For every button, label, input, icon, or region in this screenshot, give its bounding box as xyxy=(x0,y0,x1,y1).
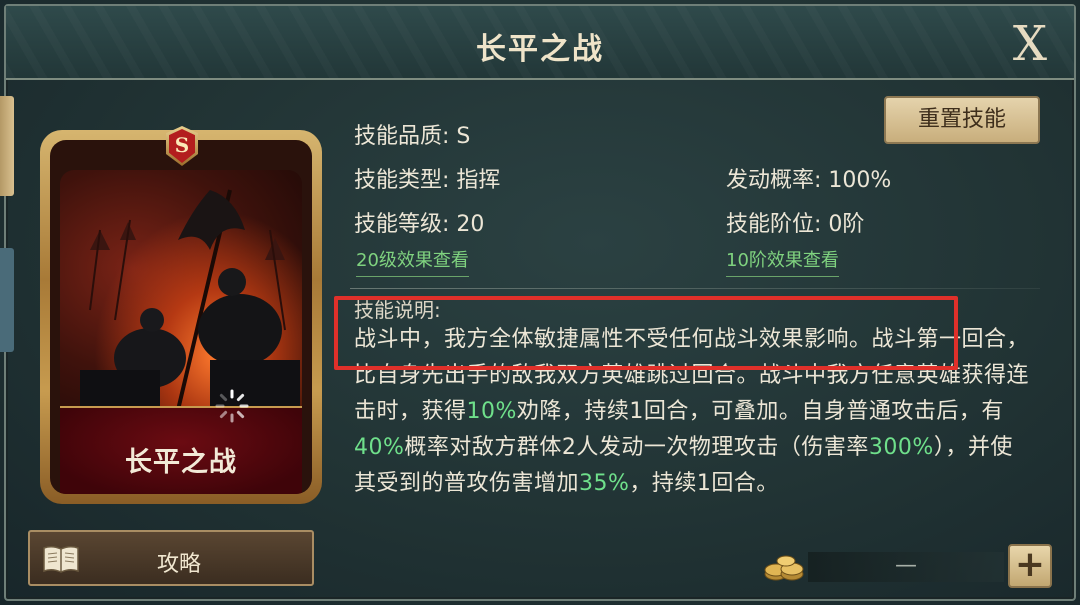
title-bar: 长平之战 X xyxy=(6,6,1074,80)
desc-text-2: 劝降，持续1回合，可叠加。自身普通攻击后，有 xyxy=(516,399,1004,424)
description-label: 技能说明: xyxy=(354,298,441,322)
skill-level: 技能等级: 20 xyxy=(354,212,485,237)
close-button[interactable]: X xyxy=(1006,18,1054,70)
skill-description: 战斗中，我方全体敏捷属性不受任何战斗效果影响。战斗第一回合，比自身先出手的敌我双… xyxy=(354,322,1034,502)
desc-highlight-2: 40% xyxy=(354,435,405,460)
battle-scene-illustration xyxy=(80,189,300,416)
skill-card-name: 长平之战 xyxy=(125,447,237,478)
desc-highlight-1: 10% xyxy=(466,399,517,424)
trigger-rate: 发动概率: 100% xyxy=(726,168,892,193)
window-title: 长平之战 xyxy=(476,32,604,67)
level-effects-link[interactable]: 20级效果查看 xyxy=(356,246,469,277)
desc-highlight-4: 35% xyxy=(579,471,630,496)
upgrade-amount-value: — xyxy=(895,553,917,578)
side-tab-1[interactable] xyxy=(0,96,14,196)
skill-rank: 技能阶位: 0阶 xyxy=(726,212,865,237)
reset-skill-button[interactable]: 重置技能 xyxy=(884,96,1040,144)
guide-button-label: 攻略 xyxy=(156,552,201,577)
guide-button[interactable]: 攻略 xyxy=(28,530,314,586)
section-divider xyxy=(350,288,1040,289)
skill-type: 技能类型: 指挥 xyxy=(354,168,501,193)
coin-stack-icon xyxy=(764,555,804,581)
desc-text-5: ，持续1回合。 xyxy=(629,471,779,496)
plus-button[interactable]: + xyxy=(1008,544,1052,588)
loading-spinner-icon xyxy=(215,389,249,423)
rank-effects-link[interactable]: 10阶效果查看 xyxy=(726,246,839,277)
skill-card: 长平之战 S xyxy=(40,126,322,504)
skill-card-inner: 长平之战 xyxy=(50,140,312,494)
side-tab-strip xyxy=(0,96,16,356)
desc-text-3: 概率对敌方群体2人发动一次物理攻击（伤害率 xyxy=(404,435,869,460)
grade-label: S xyxy=(169,129,195,163)
desc-highlight-3: 300% xyxy=(868,435,934,460)
skill-detail-panel: 长平之战 X 长平之战 S 攻略 技能品质: S 技能类型: 指挥 技能等级: … xyxy=(0,0,1080,605)
side-tab-2[interactable] xyxy=(0,248,14,352)
skill-card-art xyxy=(60,170,302,416)
skill-quality: 技能品质: S xyxy=(354,124,471,149)
